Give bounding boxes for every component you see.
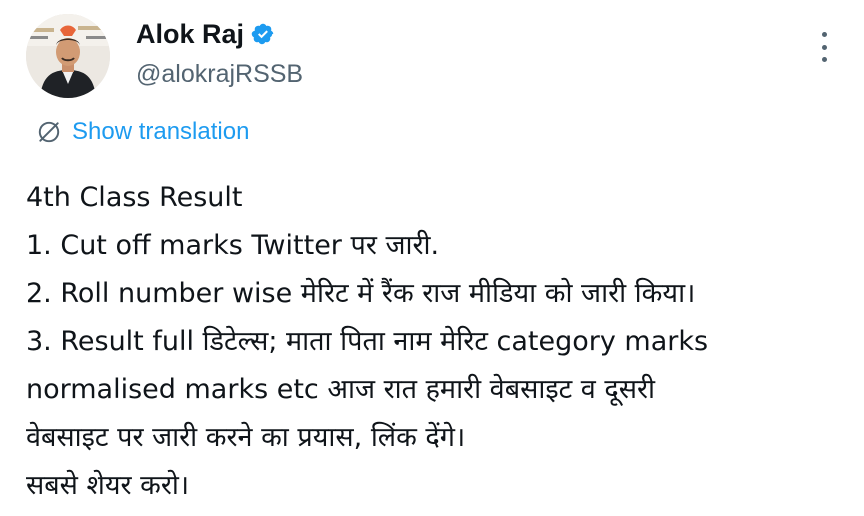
tweet-line: वेबसाइट पर जारी करने का प्रयास, लिंक दें…: [26, 422, 466, 453]
tweet-line: 3. Result full डिटेल्स; माता पिता नाम मे…: [26, 326, 709, 357]
show-translation-link[interactable]: Show translation: [36, 116, 249, 148]
more-menu-button[interactable]: [818, 32, 830, 62]
author-display-name[interactable]: Alok Raj: [136, 14, 244, 54]
author-block[interactable]: Alok Raj @alokrajRSSB: [136, 14, 303, 92]
tweet-line: 1. Cut off marks Twitter पर जारी.: [26, 230, 440, 261]
tweet-text: 4th Class Result 1. Cut off marks Twitte…: [26, 174, 846, 510]
tweet-line: सबसे शेयर करो।: [26, 470, 190, 501]
author-handle[interactable]: @alokrajRSSB: [136, 56, 303, 92]
translate-globe-icon: [38, 121, 60, 143]
profile-photo: [26, 14, 110, 98]
verified-badge-icon: [251, 23, 274, 45]
tweet-line: normalised marks etc आज रात हमारी वेबसाइ…: [26, 374, 656, 405]
tweet-line: 2. Roll number wise मेरिट में रैंक राज म…: [26, 278, 696, 309]
author-name-row[interactable]: Alok Raj: [136, 14, 303, 54]
tweet-line: 4th Class Result: [26, 182, 243, 213]
more-vertical-icon-dot: [821, 44, 827, 50]
more-vertical-icon-dot: [821, 57, 827, 62]
avatar[interactable]: [26, 14, 110, 98]
more-vertical-icon: [821, 32, 827, 37]
show-translation-label[interactable]: Show translation: [72, 116, 249, 148]
